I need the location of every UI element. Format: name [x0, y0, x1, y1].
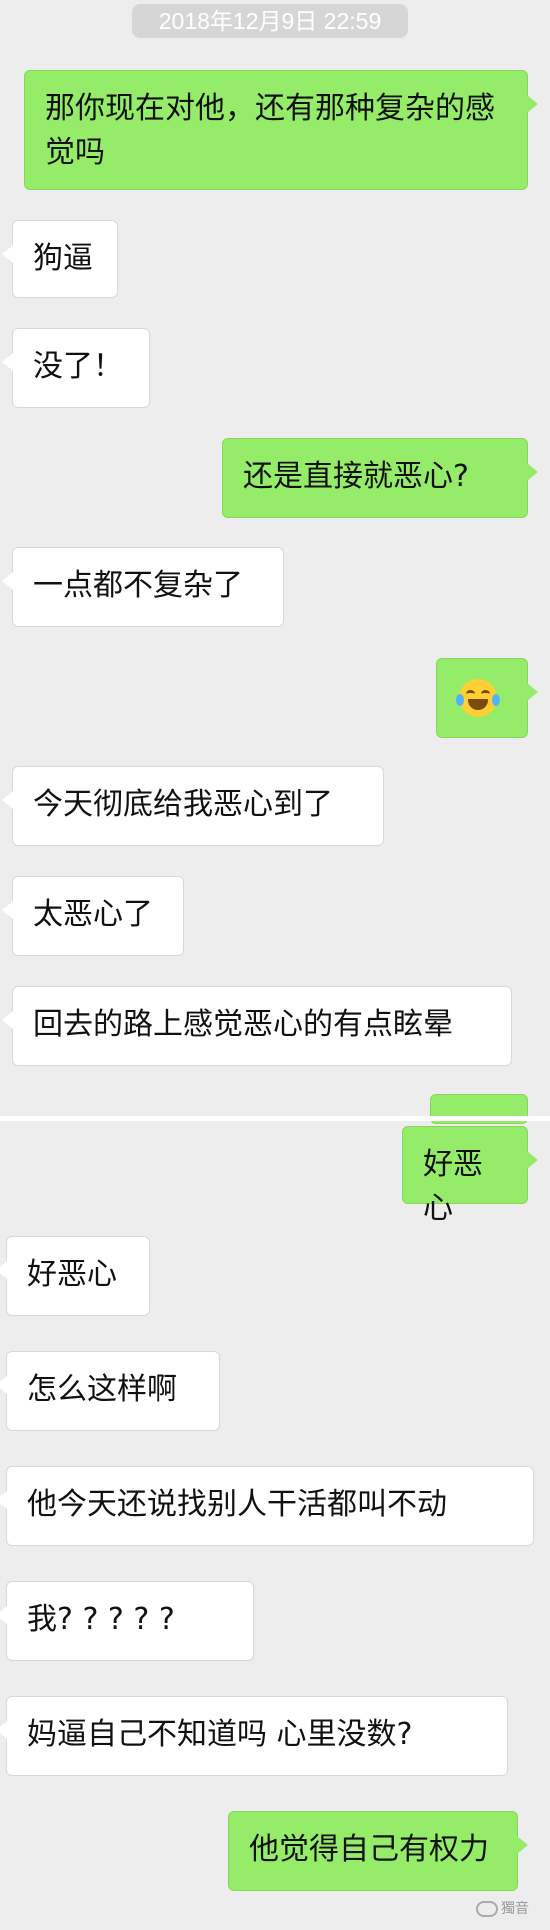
watermark: 獨音: [476, 1898, 529, 1918]
chat-timestamp: 2018年12月9日 22:59: [132, 4, 408, 38]
message-text: 回去的路上感觉恶心的有点眩晕: [33, 1007, 453, 1042]
message-text: 那你现在对他，还有那种复杂的感觉吗: [45, 91, 495, 170]
wechat-icon: [476, 1901, 498, 1918]
message-bubble-incoming[interactable]: 他今天还说找别人干活都叫不动: [0, 1466, 534, 1546]
message-text: 他觉得自己有权力: [249, 1832, 489, 1867]
message-bubble-incoming[interactable]: 怎么这样啊: [0, 1351, 220, 1431]
message-text: 一点都不复杂了: [33, 568, 243, 603]
message-bubble-incoming[interactable]: 今天彻底给我恶心到了: [2, 766, 384, 846]
message-bubble-outgoing[interactable]: 还是直接就恶心?: [222, 438, 538, 518]
message-text: 妈逼自己不知道吗 心里没数?: [27, 1717, 413, 1752]
message-bubble-outgoing[interactable]: 他觉得自己有权力: [228, 1811, 528, 1891]
message-text: 他今天还说找别人干活都叫不动: [27, 1487, 447, 1522]
message-text: 今天彻底给我恶心到了: [33, 787, 333, 822]
message-bubble-outgoing[interactable]: 那你现在对他，还有那种复杂的感觉吗: [24, 70, 538, 190]
message-bubble-incoming[interactable]: 狗逼: [2, 220, 118, 298]
message-bubble-incoming[interactable]: 太恶心了: [2, 876, 184, 956]
watermark-text: 獨音: [501, 1900, 529, 1916]
message-text: 我? ? ? ? ?: [27, 1602, 175, 1637]
message-text: 太恶心了: [33, 897, 153, 932]
message-bubble-incoming[interactable]: 一点都不复杂了: [2, 547, 284, 627]
message-bubble-incoming[interactable]: 没了！: [2, 328, 150, 408]
laughing-crying-emoji-icon: [456, 679, 500, 717]
message-bubble-outgoing[interactable]: 好恶心: [402, 1126, 538, 1226]
message-text: 好恶心: [423, 1147, 483, 1226]
message-bubble-incoming[interactable]: 好恶心: [0, 1236, 150, 1316]
message-bubble-incoming[interactable]: 妈逼自己不知道吗 心里没数?: [0, 1696, 508, 1776]
message-text: 狗逼: [33, 241, 93, 276]
message-bubble-incoming[interactable]: 我? ? ? ? ?: [0, 1581, 254, 1661]
message-bubble-incoming[interactable]: 回去的路上感觉恶心的有点眩晕: [2, 986, 512, 1066]
message-bubble-outgoing[interactable]: [436, 658, 538, 738]
message-text: 怎么这样啊: [27, 1372, 177, 1407]
message-text: 好恶心: [27, 1257, 117, 1292]
message-text: 还是直接就恶心?: [243, 459, 469, 494]
message-text: 没了！: [33, 349, 123, 384]
screenshot-divider: [0, 1116, 550, 1121]
